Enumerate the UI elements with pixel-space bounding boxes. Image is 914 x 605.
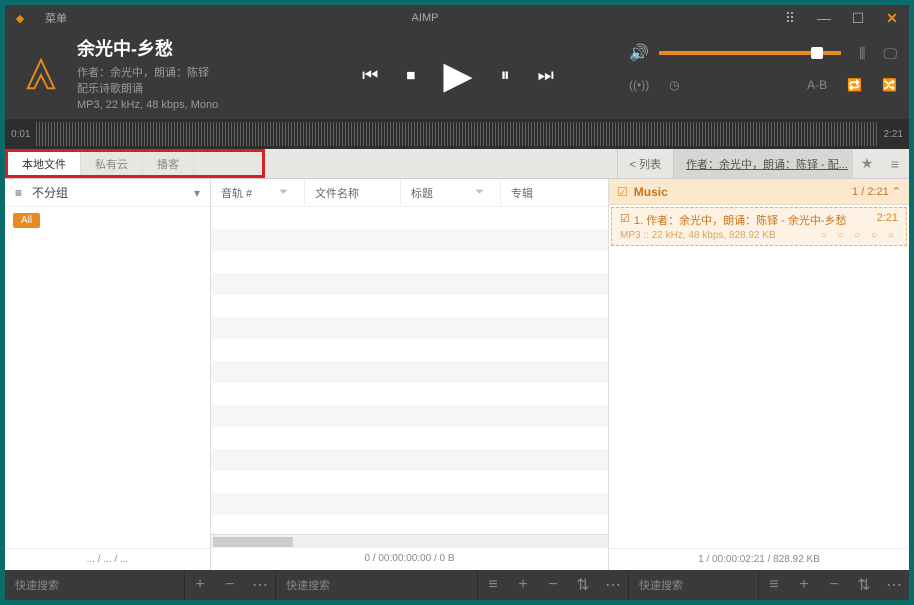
playlist-item[interactable]: ☑ 1. 作者：余光中，朗诵：陈铎 - 余光中-乡愁 2:21 MP3 :: 2… <box>611 207 907 246</box>
source-tabs: 本地文件 私有云 播客 < 列表 作者：余光中，朗诵：陈铎 - 配... ★ ≡ <box>5 149 909 179</box>
col-track[interactable]: 音轨 #⏷ <box>211 179 305 206</box>
broadcast-icon[interactable]: ((•)) <box>629 78 649 92</box>
more-1-button[interactable]: ⋯ <box>245 575 275 595</box>
waveform[interactable] <box>36 122 877 146</box>
waveform-bar[interactable]: 0:01 2:21 <box>5 119 909 149</box>
time-elapsed: 0:01 <box>11 129 30 140</box>
check-icon[interactable]: ☑ <box>617 185 628 199</box>
item-check-icon[interactable]: ☑ <box>620 212 630 228</box>
tab-highlight-box: 本地文件 私有云 播客 <box>5 149 265 178</box>
playlist: ☑ Music 1 / 2:21 ⌃ ☑ 1. 作者：余光中，朗诵：陈铎 - 余… <box>609 179 909 570</box>
menu-2-icon[interactable]: ≡ <box>478 576 508 594</box>
bottom-toolbar: 快速搜索 +−⋯ 快速搜索 ≡+−⇅⋯ 快速搜索 ≡+−⇅⋯ <box>5 570 909 600</box>
playlist-item-name: 1. 作者：余光中，朗诵：陈铎 - 余光中-乡愁 <box>634 212 877 228</box>
stop-button[interactable]: ⏹ <box>406 65 415 86</box>
window-title: AIMP <box>77 12 773 24</box>
playlist-item-meta: MP3 :: 22 kHz, 48 kbps, 828.92 KB <box>620 230 821 241</box>
track-meta-album: 配乐诗歌朗诵 <box>77 81 287 97</box>
playlist-status: 1 / 00:00:02:21 / 828.92 KB <box>609 548 909 570</box>
more-3-button[interactable]: ⋯ <box>879 575 909 595</box>
ab-repeat-button[interactable]: A-B <box>807 78 827 92</box>
remove-2-button[interactable]: − <box>538 576 568 594</box>
clock-icon[interactable]: ◷ <box>669 78 679 92</box>
hamburger-icon[interactable]: ≡ <box>881 156 909 172</box>
file-rows[interactable] <box>211 207 608 534</box>
column-headers: 音轨 #⏷ 文件名称 标题⏷ 专辑 <box>211 179 608 207</box>
app-window: ◆ 菜单 AIMP ⠿ — ☐ ✕ 余光中-乡愁 作者：余光中，朗诵：陈铎 配乐… <box>5 5 909 600</box>
col-title[interactable]: 标题⏷ <box>401 179 501 206</box>
star-icon[interactable]: ★ <box>853 155 881 172</box>
next-button[interactable]: ⏭ <box>538 65 554 86</box>
display-icon[interactable]: 🖵 <box>884 45 898 62</box>
add-2-button[interactable]: + <box>508 576 538 594</box>
list-icon: ≡ <box>15 186 22 200</box>
maximize-button[interactable]: ☐ <box>841 10 875 27</box>
file-list: 音轨 #⏷ 文件名称 标题⏷ 专辑 0 / 00:00:00:00 / 0 B <box>211 179 609 570</box>
search-1[interactable]: 快速搜索 <box>5 570 185 600</box>
volume-icon[interactable]: 🔊 <box>629 43 649 63</box>
sidebar: ≡ 不分组 ▾ All ... / ... / ... <box>5 179 211 570</box>
close-button[interactable]: ✕ <box>875 10 909 27</box>
playback-controls: ⏮ ⏹ ▶ ⏸ ⏭ <box>287 31 629 119</box>
minimize-button[interactable]: — <box>807 10 841 26</box>
group-selector[interactable]: ≡ 不分组 ▾ <box>5 179 210 207</box>
remove-1-button[interactable]: − <box>215 576 245 594</box>
pause-button[interactable]: ⏸ <box>501 65 510 86</box>
more-2-button[interactable]: ⋯ <box>598 575 628 595</box>
playlist-item-duration: 2:21 <box>877 212 898 228</box>
player-panel: 余光中-乡愁 作者：余光中，朗诵：陈铎 配乐诗歌朗诵 MP3, 22 kHz, … <box>5 31 909 119</box>
playlist-group-header[interactable]: ☑ Music 1 / 2:21 ⌃ <box>609 179 909 205</box>
menu-3-icon[interactable]: ≡ <box>759 576 789 594</box>
app-logo-icon: ◆ <box>5 12 35 25</box>
tab-private-cloud[interactable]: 私有云 <box>81 152 143 175</box>
aimp-logo-icon <box>5 31 77 119</box>
sort-3-icon[interactable]: ⇅ <box>849 575 879 595</box>
player-right: 🔊 ⫼ 🖵 ((•)) ◷ A-B 🔁 🔀 <box>629 31 909 119</box>
add-3-button[interactable]: + <box>789 576 819 594</box>
tab-podcast[interactable]: 播客 <box>143 152 194 175</box>
compact-icon[interactable]: ⠿ <box>773 10 807 27</box>
search-3[interactable]: 快速搜索 <box>629 570 759 600</box>
track-title: 余光中-乡愁 <box>77 35 287 61</box>
col-album[interactable]: 专辑 <box>501 179 608 206</box>
volume-row: 🔊 ⫼ 🖵 <box>629 37 897 69</box>
prev-button[interactable]: ⏮ <box>362 65 378 86</box>
list-back-button[interactable]: < 列表 <box>617 149 673 178</box>
remove-3-button[interactable]: − <box>819 576 849 594</box>
titlebar: ◆ 菜单 AIMP ⠿ — ☐ ✕ <box>5 5 909 31</box>
sidebar-status: ... / ... / ... <box>5 548 210 570</box>
all-pill[interactable]: All <box>13 213 40 228</box>
main-area: ≡ 不分组 ▾ All ... / ... / ... 音轨 #⏷ 文件名称 标… <box>5 179 909 570</box>
sort-2-icon[interactable]: ⇅ <box>568 575 598 595</box>
filelist-status: 0 / 00:00:00:00 / 0 B <box>211 548 608 570</box>
rating-dots[interactable]: ○ ○ ○ ○ ○ <box>821 230 898 241</box>
tab-local-files[interactable]: 本地文件 <box>8 152 81 175</box>
breadcrumb[interactable]: 作者：余光中，朗诵：陈铎 - 配... <box>673 149 853 178</box>
play-button[interactable]: ▶ <box>443 53 472 98</box>
track-meta-format: MP3, 22 kHz, 48 kbps, Mono <box>77 97 287 113</box>
equalizer-icon[interactable]: ⫼ <box>859 45 865 62</box>
track-info: 余光中-乡愁 作者：余光中，朗诵：陈铎 配乐诗歌朗诵 MP3, 22 kHz, … <box>77 31 287 119</box>
volume-slider[interactable] <box>659 51 841 55</box>
hscrollbar[interactable] <box>211 534 608 548</box>
group-label: 不分组 <box>32 184 68 201</box>
time-total: 2:21 <box>884 129 903 140</box>
player-extras: ((•)) ◷ A-B 🔁 🔀 <box>629 69 897 101</box>
chevron-down-icon: ▾ <box>194 186 200 200</box>
repeat-icon[interactable]: 🔁 <box>847 78 862 92</box>
menu-button[interactable]: 菜单 <box>35 10 77 26</box>
col-filename[interactable]: 文件名称 <box>305 179 401 206</box>
playlist-group-name: Music <box>634 185 852 199</box>
search-2[interactable]: 快速搜索 <box>276 570 478 600</box>
shuffle-icon[interactable]: 🔀 <box>882 78 897 92</box>
track-meta-artist: 作者：余光中，朗诵：陈铎 <box>77 65 287 81</box>
add-1-button[interactable]: + <box>185 576 215 594</box>
playlist-group-count: 1 / 2:21 ⌃ <box>852 185 901 198</box>
